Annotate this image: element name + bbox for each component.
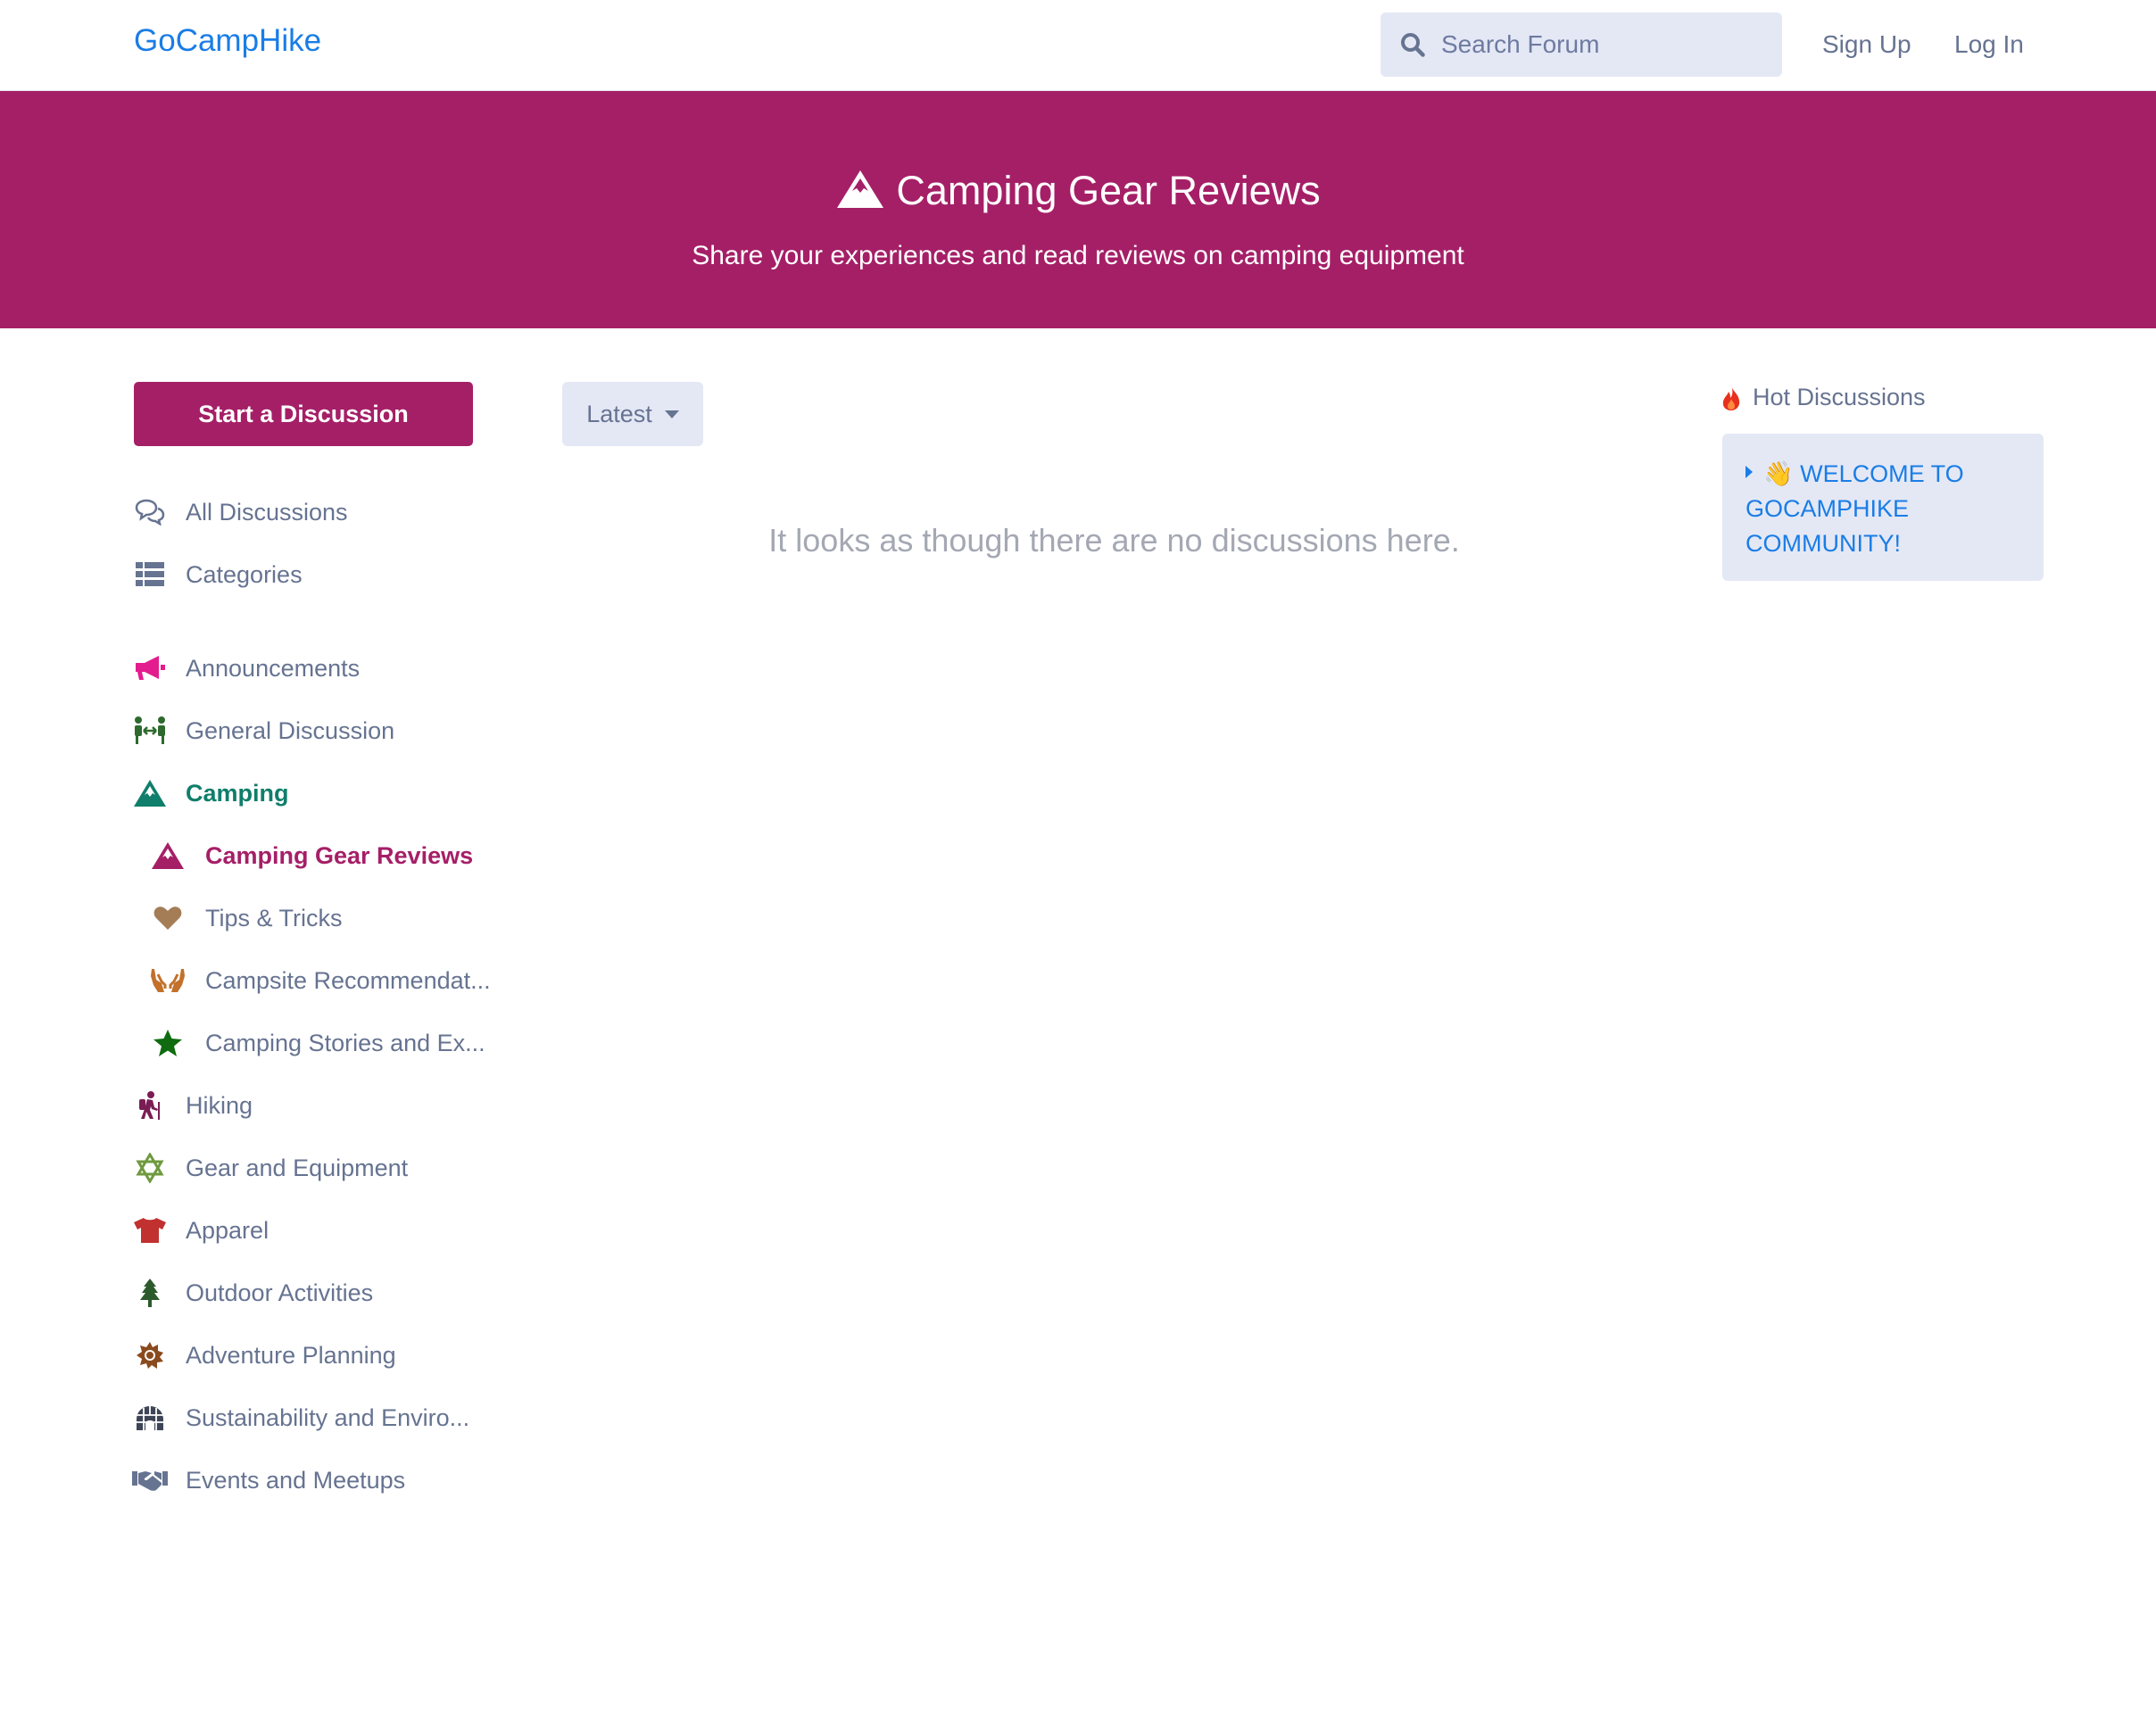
hot-discussions-panel: 👋 WELCOME TO GOCAMPHIKE COMMUNITY! — [1722, 434, 2044, 581]
start-discussion-button[interactable]: Start a Discussion — [134, 382, 473, 446]
tag-label: Tips & Tricks — [205, 904, 343, 931]
tag-tips-tricks[interactable]: Tips & Tricks — [150, 900, 343, 936]
tag-label: Apparel — [186, 1216, 270, 1244]
tag-general-discussion[interactable]: General Discussion — [132, 713, 394, 749]
sort-dropdown[interactable]: Latest — [562, 382, 703, 446]
sun-icon — [132, 1337, 168, 1373]
empty-state-message: It looks as though there are no discussi… — [768, 522, 1460, 559]
search-icon — [1401, 33, 1425, 57]
tag-label: Hiking — [186, 1091, 253, 1119]
tag-label: Sustainability and Enviro... — [186, 1403, 470, 1431]
search-input[interactable] — [1441, 12, 1762, 77]
tag-hero: Camping Gear Reviews Share your experien… — [0, 91, 2156, 328]
search-box[interactable] — [1381, 12, 1782, 77]
hot-discussions-header: Hot Discussions — [1721, 384, 1926, 411]
nav-categories[interactable]: Categories — [132, 557, 303, 592]
handshake-icon — [132, 1462, 168, 1498]
hot-discussion-link[interactable]: 👋 WELCOME TO GOCAMPHIKE COMMUNITY! — [1746, 457, 2020, 561]
sort-label: Latest — [586, 400, 652, 427]
hero-title: Camping Gear Reviews — [896, 168, 1321, 213]
nav-label: Categories — [186, 560, 303, 588]
tag-label: Campsite Recommendat... — [205, 966, 491, 994]
hands-icon — [150, 963, 186, 998]
igloo-icon — [132, 1400, 168, 1436]
tag-outdoor-activities[interactable]: Outdoor Activities — [132, 1275, 373, 1311]
nav-label: All Discussions — [186, 498, 348, 526]
heart-icon — [150, 900, 186, 936]
login-link[interactable]: Log In — [1954, 30, 2024, 59]
fire-icon — [1722, 385, 1740, 410]
nav-all-discussions[interactable]: All Discussions — [132, 494, 348, 530]
comments-icon — [132, 494, 168, 530]
tag-sustainability[interactable]: Sustainability and Enviro... — [132, 1400, 469, 1436]
tag-label: Adventure Planning — [186, 1341, 396, 1369]
hero-title-row: Camping Gear Reviews — [0, 168, 2156, 214]
tag-hiking[interactable]: Hiking — [132, 1088, 253, 1123]
site-header: GoCampHike Sign Up Log In — [0, 0, 2156, 91]
tag-label: Camping Stories and Ex... — [205, 1029, 485, 1056]
tag-label: Gear and Equipment — [186, 1154, 409, 1181]
signup-link[interactable]: Sign Up — [1822, 30, 1911, 59]
hero-subtitle: Share your experiences and read reviews … — [692, 241, 1464, 270]
people-arrows-icon — [132, 713, 168, 749]
star-icon — [150, 1025, 186, 1061]
tag-label: Events and Meetups — [186, 1466, 406, 1494]
mountain-icon — [132, 775, 168, 811]
tag-label: Outdoor Activities — [186, 1279, 374, 1306]
tag-gear-and-equipment[interactable]: Gear and Equipment — [132, 1150, 408, 1186]
tree-icon — [132, 1275, 168, 1311]
mountain-icon — [837, 170, 884, 208]
tag-events-and-meetups[interactable]: Events and Meetups — [132, 1462, 405, 1498]
tag-camping-stories[interactable]: Camping Stories and Ex... — [150, 1025, 485, 1061]
tag-label: Camping — [186, 779, 289, 807]
tag-label: Camping Gear Reviews — [205, 841, 474, 869]
tag-adventure-planning[interactable]: Adventure Planning — [132, 1337, 396, 1373]
mountain-icon — [150, 838, 186, 873]
tag-label: General Discussion — [186, 716, 395, 744]
star-of-david-icon — [132, 1150, 168, 1186]
list-icon — [132, 557, 168, 592]
tag-announcements[interactable]: Announcements — [132, 650, 360, 686]
hiking-icon — [132, 1088, 168, 1123]
bullhorn-icon — [132, 650, 168, 686]
hot-discussions-title: Hot Discussions — [1753, 384, 1926, 410]
tag-label: Announcements — [186, 654, 361, 682]
site-logo[interactable]: GoCampHike — [134, 23, 321, 59]
tag-campsite-recommendations[interactable]: Campsite Recommendat... — [150, 963, 491, 998]
caret-right-icon — [1746, 466, 1753, 478]
tag-camping[interactable]: Camping — [132, 775, 289, 811]
caret-down-icon — [664, 410, 679, 418]
tshirt-icon — [132, 1213, 168, 1248]
tag-camping-gear-reviews[interactable]: Camping Gear Reviews — [150, 838, 473, 873]
hot-discussion-title: 👋 WELCOME TO GOCAMPHIKE COMMUNITY! — [1746, 460, 1964, 557]
tag-apparel[interactable]: Apparel — [132, 1213, 269, 1248]
